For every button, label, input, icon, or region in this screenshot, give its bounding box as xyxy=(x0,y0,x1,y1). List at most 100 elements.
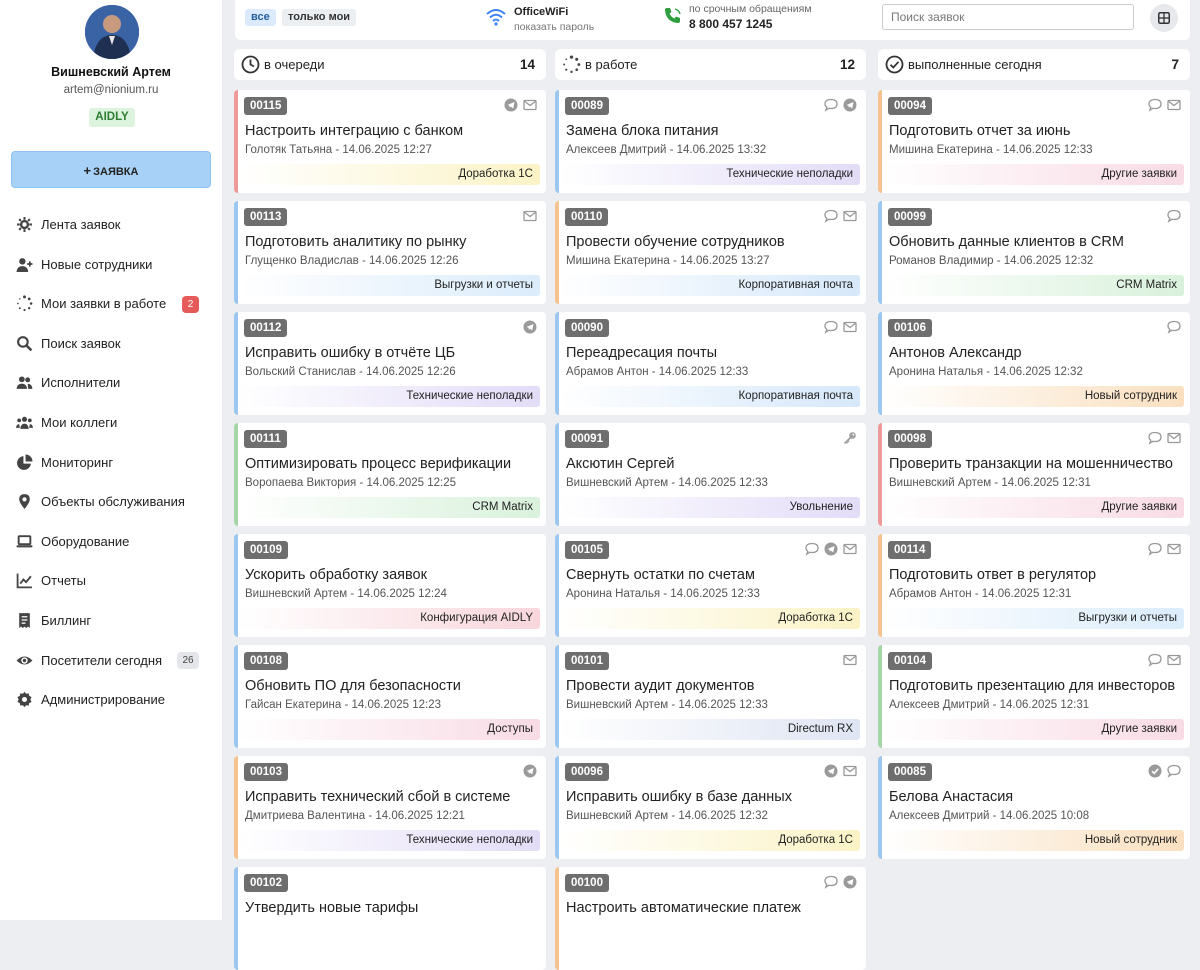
request-card[interactable]: 00091 Аксютин Сергей Вишневский Артем - 14… xyxy=(555,423,866,526)
request-card[interactable]: 00114 Подготовить ответ в регулятор Абрамо… xyxy=(878,534,1190,637)
category-tag: Доработка 1С xyxy=(238,164,540,185)
phone-number[interactable]: 8 800 457 1245 xyxy=(689,17,772,31)
request-title: Обновить данные клиентов в CRM xyxy=(889,234,1124,250)
request-card[interactable]: 00109 Ускорить обработку заявок Вишневский… xyxy=(234,534,546,637)
request-card[interactable]: 00112 Исправить ошибку в отчёте ЦБ Вольски… xyxy=(234,312,546,415)
request-meta: Мишина Екатерина - 14.06.2025 13:27 xyxy=(566,255,770,267)
request-card[interactable]: 00090 Переадресация почты Абрамов Антон - … xyxy=(555,312,866,415)
request-title: Переадресация почты xyxy=(566,345,718,361)
request-meta: Алексеев Дмитрий - 14.06.2025 10:08 xyxy=(889,810,1090,822)
sidebar-item-10[interactable]: Отчеты xyxy=(0,565,222,595)
request-card[interactable]: 00108 Обновить ПО для безопасности Гайсан … xyxy=(234,645,546,748)
sidebar-item-7[interactable]: Мониторинг xyxy=(0,447,222,477)
request-id: 00114 xyxy=(888,541,932,559)
sidebar-item-label: Объекты обслуживания xyxy=(41,494,185,509)
request-card[interactable]: 00085 Белова Анастасия Алексеев Дмитрий - … xyxy=(878,756,1190,859)
telegram-icon xyxy=(824,764,838,778)
chat-icon xyxy=(1167,764,1181,778)
request-card[interactable]: 00115 Настроить интеграцию с банком Голотя… xyxy=(234,90,546,193)
request-id: 00113 xyxy=(244,208,288,226)
request-card[interactable]: 00103 Исправить технический сбой в систем… xyxy=(234,756,546,859)
chat-icon xyxy=(805,542,819,556)
category-tag: Технические неполадки xyxy=(559,164,860,185)
sidebar-item-6[interactable]: Мои коллеги xyxy=(0,407,222,437)
sidebar-item-4[interactable]: Поиск заявок xyxy=(0,328,222,358)
request-meta: Воропаева Виктория - 14.06.2025 12:25 xyxy=(245,477,457,489)
request-card[interactable]: 00094 Подготовить отчет за июнь Мишина Ека… xyxy=(878,90,1190,193)
category-tag: Новый сотрудник xyxy=(882,386,1184,407)
phone-icon xyxy=(665,8,681,23)
request-title: Подготовить ответ в регулятор xyxy=(889,567,1097,583)
channel-icons xyxy=(824,98,857,112)
sidebar-item-label: Исполнители xyxy=(41,375,121,390)
request-meta: Вишневский Артем - 14.06.2025 12:33 xyxy=(566,699,768,711)
search-input[interactable] xyxy=(882,4,1134,30)
request-id: 00094 xyxy=(888,97,932,115)
channel-icons xyxy=(824,209,857,223)
sidebar-item-12[interactable]: Посетители сегодня 26 xyxy=(0,645,222,675)
wifi-show-password-link[interactable]: показать пароль xyxy=(514,21,594,33)
request-id: 00104 xyxy=(888,652,932,670)
channel-icons xyxy=(824,764,857,778)
request-meta: Дмитриева Валентина - 14.06.2025 12:21 xyxy=(245,810,465,822)
telegram-icon xyxy=(843,875,857,889)
request-card[interactable]: 00104 Подготовить презентацию для инвесто… xyxy=(878,645,1190,748)
request-id: 00100 xyxy=(565,874,609,892)
channel-icons xyxy=(1148,653,1181,667)
sidebar-item-label: Новые сотрудники xyxy=(41,257,153,272)
sidebar-item-11[interactable]: Биллинг xyxy=(0,605,222,635)
filter-all-button[interactable]: все xyxy=(245,9,276,26)
request-card[interactable]: 00105 Свернуть остатки по счетам Аронина Н… xyxy=(555,534,866,637)
request-title: Подготовить презентацию для инвесторов xyxy=(889,678,1176,694)
mail-icon xyxy=(843,210,857,222)
request-id: 00109 xyxy=(244,541,288,559)
channel-icons xyxy=(1148,98,1181,112)
request-title: Аксютин Сергей xyxy=(566,456,675,472)
channel-icons xyxy=(843,431,857,445)
request-id: 00105 xyxy=(565,541,609,559)
sidebar-item-8[interactable]: Объекты обслуживания xyxy=(0,486,222,516)
request-card[interactable]: 00106 Антонов Александр Аронина Наталья - … xyxy=(878,312,1190,415)
new-request-button[interactable]: + ЗАЯВКА xyxy=(11,151,211,188)
phone-caption: по срочным обращениям xyxy=(689,3,812,15)
mail-icon xyxy=(843,321,857,333)
request-meta: Вольский Станислав - 14.06.2025 12:26 xyxy=(245,366,456,378)
request-card[interactable]: 00089 Замена блока питания Алексеев Дмитри… xyxy=(555,90,866,193)
request-meta: Романов Владимир - 14.06.2025 12:32 xyxy=(889,255,1094,267)
column-count: 14 xyxy=(519,57,535,72)
request-title: Ускорить обработку заявок xyxy=(245,567,427,583)
sidebar-item-1[interactable]: Лента заявок xyxy=(0,209,222,239)
request-meta: Голотяк Татьяна - 14.06.2025 12:27 xyxy=(245,144,432,156)
request-card[interactable]: 00096 Исправить ошибку в базе данных Вишне… xyxy=(555,756,866,859)
channel-icons xyxy=(805,542,857,556)
channel-icons xyxy=(523,209,537,223)
request-title: Подготовить аналитику по рынку xyxy=(245,234,467,250)
request-card[interactable]: 00098 Проверить транзакции на мошенничест… xyxy=(878,423,1190,526)
grid-view-button[interactable] xyxy=(1150,4,1178,32)
request-card[interactable]: 00101 Провести аудит документов Вишневский… xyxy=(555,645,866,748)
category-tag: Выгрузки и отчеты xyxy=(882,608,1184,629)
request-card[interactable]: 00099 Обновить данные клиентов в CRM Роман… xyxy=(878,201,1190,304)
sidebar-item-5[interactable]: Исполнители xyxy=(0,367,222,397)
request-id: 00089 xyxy=(565,97,609,115)
request-id: 00085 xyxy=(888,763,932,781)
category-tag: Корпоративная почта xyxy=(559,275,860,296)
category-tag: Выгрузки и отчеты xyxy=(238,275,540,296)
request-card[interactable]: 00102 Утвердить новые тарифы xyxy=(234,867,546,970)
sidebar-item-9[interactable]: Оборудование xyxy=(0,526,222,556)
sidebar-item-13[interactable]: Администрирование xyxy=(0,684,222,714)
mail-icon xyxy=(1167,99,1181,111)
request-card[interactable]: 00113 Подготовить аналитику по рынку Глуще… xyxy=(234,201,546,304)
request-card[interactable]: 00110 Провести обучение сотрудников Мишина… xyxy=(555,201,866,304)
filter-mine-button[interactable]: только мои xyxy=(282,9,357,26)
request-meta: Аронина Наталья - 14.06.2025 12:33 xyxy=(566,588,760,600)
sidebar-item-3[interactable]: Мои заявки в работе 2 xyxy=(0,288,222,318)
channel-icons xyxy=(1167,209,1181,223)
telegram-icon xyxy=(523,764,537,778)
request-card[interactable]: 00100 Настроить автоматические платеж xyxy=(555,867,866,970)
request-card[interactable]: 00111 Оптимизировать процесс верификации В… xyxy=(234,423,546,526)
category-tag: Увольнение xyxy=(559,497,860,518)
avatar[interactable] xyxy=(85,5,139,59)
category-tag: Корпоративная почта xyxy=(559,386,860,407)
sidebar-item-2[interactable]: Новые сотрудники xyxy=(0,249,222,279)
